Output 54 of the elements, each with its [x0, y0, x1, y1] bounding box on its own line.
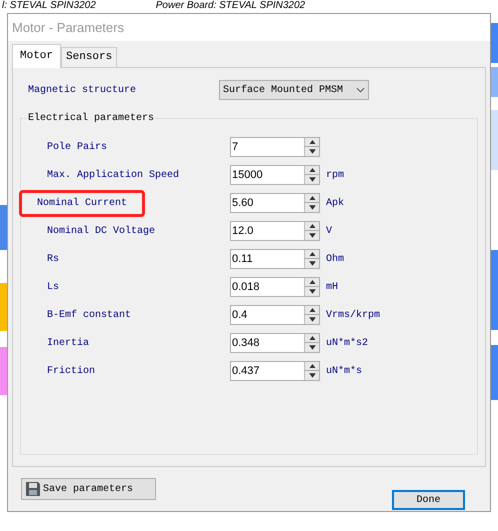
unit-label: uN*m*s2 [326, 336, 368, 350]
parameter-label: B-Emf constant [46, 308, 132, 322]
unit-label: rpm [326, 168, 344, 182]
spin-buttons[interactable] [304, 194, 319, 212]
background-text: l: STEVAL SPIN3202 [2, 0, 96, 12]
unit-label: uN*m*s [326, 364, 362, 378]
parameter-label: Nominal DC Voltage [46, 224, 156, 238]
tab[interactable]: Sensors [61, 47, 118, 67]
up-arrow-icon[interactable] [305, 278, 320, 287]
up-arrow-icon[interactable] [305, 306, 320, 315]
unit-label: mH [326, 280, 338, 294]
chevron-down-icon [356, 87, 365, 93]
up-arrow-icon[interactable] [305, 194, 320, 203]
spin-buttons[interactable] [304, 306, 319, 324]
number-field[interactable]: 7 [230, 137, 320, 157]
save-parameters-button[interactable]: Save parameters [21, 478, 156, 500]
unit-label: Ohm [326, 252, 344, 266]
spin-buttons[interactable] [304, 166, 319, 184]
tab[interactable]: Motor [12, 44, 62, 68]
number-field[interactable]: 0.4 [230, 305, 320, 325]
spin-buttons[interactable] [304, 362, 319, 380]
number-field[interactable]: 0.018 [230, 277, 320, 297]
up-arrow-icon[interactable] [305, 222, 320, 231]
unit-label: Apk [326, 196, 344, 210]
number-field[interactable]: 0.348 [230, 333, 320, 353]
parameter-label: Ls [46, 280, 60, 294]
parameter-label: Pole Pairs [46, 140, 108, 154]
window-title: Motor - Parameters [12, 18, 124, 37]
up-arrow-icon[interactable] [305, 250, 320, 259]
done-button[interactable]: Done [392, 490, 465, 510]
parameter-label: Nominal Current [19, 190, 146, 216]
number-field[interactable]: 0.11 [230, 249, 320, 269]
background-text: Power Board: STEVAL SPIN3202 [156, 0, 306, 12]
number-field[interactable]: 0.437 [230, 361, 320, 381]
number-field[interactable]: 12.0 [230, 221, 320, 241]
parameter-label: Friction [46, 364, 96, 378]
number-field[interactable]: 15000 [230, 165, 320, 185]
unit-label: Vrms/krpm [326, 308, 380, 322]
spin-buttons[interactable] [304, 138, 319, 156]
up-arrow-icon[interactable] [305, 138, 320, 147]
number-field[interactable]: 5.60 [230, 193, 320, 213]
up-arrow-icon[interactable] [305, 166, 320, 175]
parameter-label: Max. Application Speed [46, 168, 180, 182]
up-arrow-icon[interactable] [305, 362, 320, 371]
up-arrow-icon[interactable] [305, 334, 320, 343]
spin-buttons[interactable] [304, 250, 319, 268]
unit-label: V [326, 224, 332, 238]
spin-buttons[interactable] [304, 334, 319, 352]
parameter-label: Rs [46, 252, 60, 266]
spin-buttons[interactable] [304, 278, 319, 296]
parameter-label: Inertia [46, 336, 90, 350]
field-label: Magnetic structure [27, 84, 138, 98]
dropdown[interactable]: Surface Mounted PMSM [219, 80, 369, 100]
spin-buttons[interactable] [304, 222, 319, 240]
